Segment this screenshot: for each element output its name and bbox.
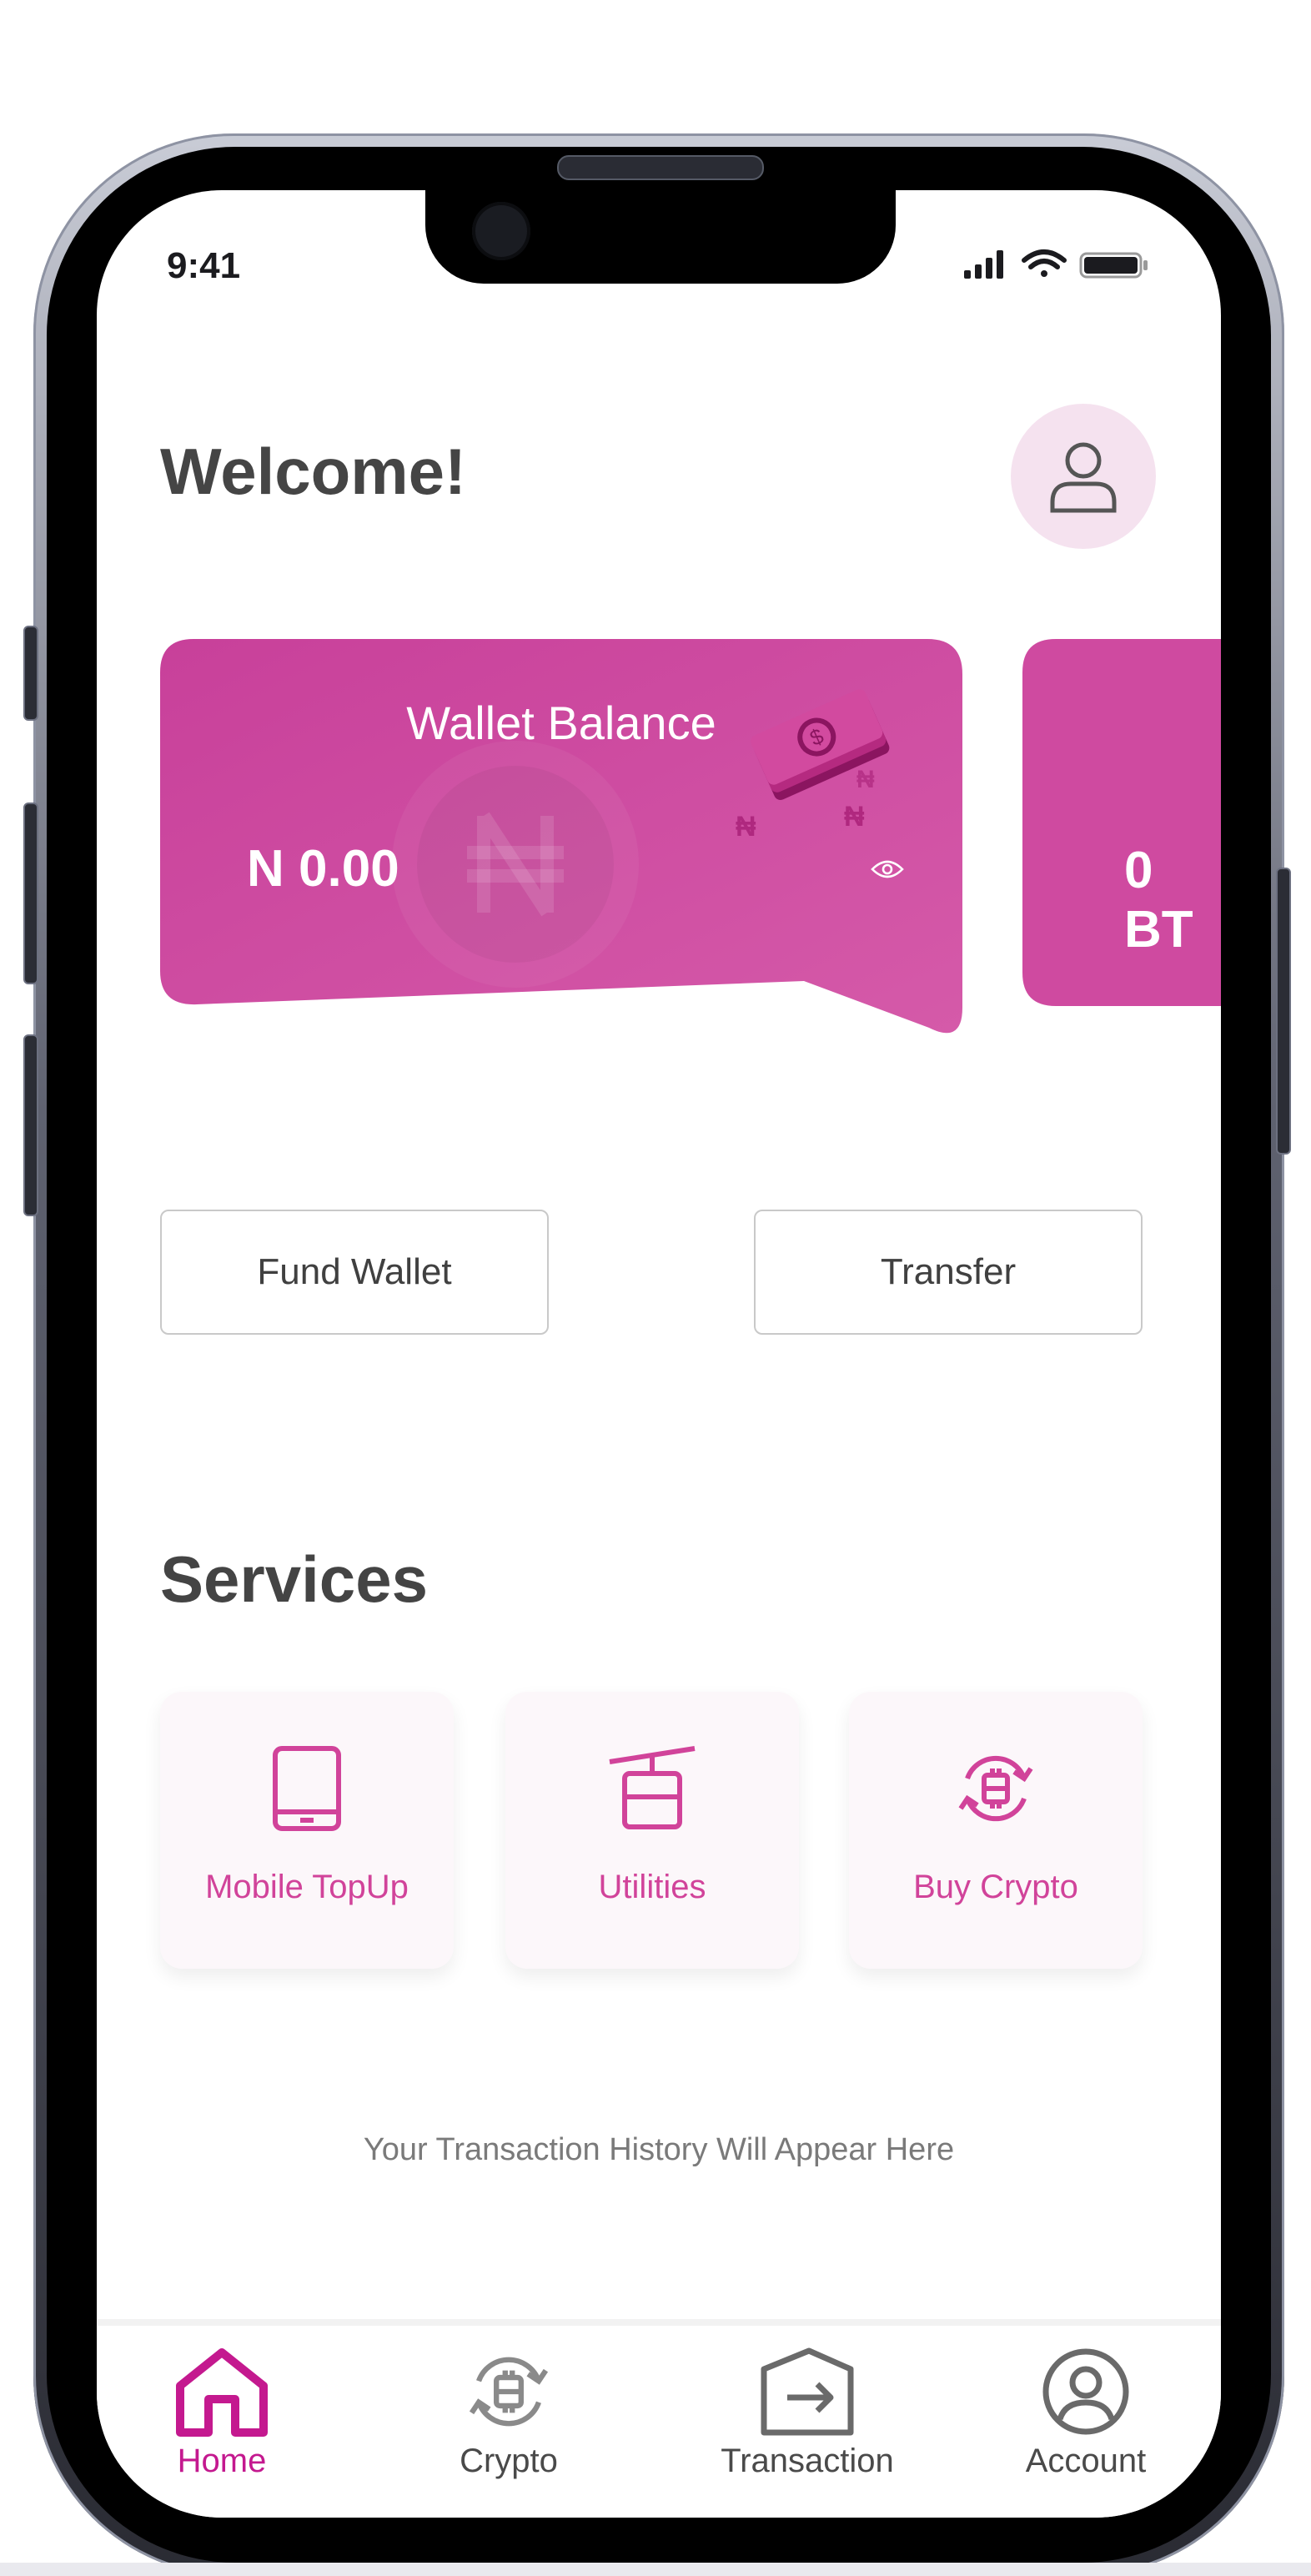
wifi-icon [1022, 249, 1067, 277]
front-camera [472, 202, 530, 260]
service-utilities[interactable]: Utilities [505, 1692, 799, 1969]
transaction-history-empty-text: Your Transaction History Will Appear Her… [363, 2132, 955, 2167]
nav-home[interactable]: Home [97, 2346, 347, 2480]
nav-account[interactable]: Account [961, 2346, 1211, 2480]
user-icon [1050, 442, 1117, 513]
page-bottom-bar [0, 2563, 1311, 2576]
nav-home-label: Home [177, 2443, 267, 2479]
service-label: Buy Crypto [913, 1869, 1078, 1905]
nav-transaction-label: Transaction [721, 2443, 894, 2479]
crypto-icon [469, 2357, 549, 2427]
nav-transaction[interactable]: Transaction [682, 2346, 932, 2480]
bottom-navigation: Home Crypto Transaction Account [97, 2319, 1221, 2518]
transfer-button[interactable]: Transfer [754, 1210, 1143, 1335]
notch [425, 190, 896, 284]
status-icons [964, 249, 1148, 279]
service-label: Mobile TopUp [205, 1869, 409, 1905]
svg-text:₦: ₦ [856, 766, 875, 793]
volume-down-button [23, 1034, 38, 1216]
service-buy-crypto[interactable]: Buy Crypto [849, 1692, 1143, 1969]
status-time: 9:41 [167, 245, 241, 286]
welcome-title: Welcome! [160, 435, 466, 508]
wallet-balance-amount: N 0.00 [247, 840, 399, 898]
silent-switch [23, 626, 38, 721]
svg-text:₦: ₦ [736, 811, 756, 843]
app-screen: 9:41 Welcome! $ ₦ ₦ ₦ Wallet Balance N 0… [97, 190, 1221, 2518]
crypto-balance-amount: 0 BT [1124, 842, 1193, 958]
service-label: Utilities [598, 1869, 706, 1905]
earpiece-speaker [557, 155, 764, 180]
wallet-balance-title: Wallet Balance [406, 697, 716, 749]
cable-car-icon [609, 1746, 696, 1829]
svg-text:₦: ₦ [844, 801, 865, 833]
home-icon [176, 2348, 268, 2437]
service-mobile-topup[interactable]: Mobile TopUp [160, 1692, 454, 1969]
naira-watermark-icon [392, 741, 639, 988]
account-icon [1042, 2348, 1129, 2435]
fund-wallet-button[interactable]: Fund Wallet [160, 1210, 549, 1335]
profile-avatar-button[interactable] [1011, 404, 1156, 549]
services-title: Services [160, 1542, 428, 1616]
wallet-balance-card[interactable]: $ ₦ ₦ ₦ Wallet Balance N 0.00 [160, 639, 962, 1039]
volume-up-button [23, 802, 38, 984]
nav-account-label: Account [1025, 2443, 1147, 2479]
signal-icon [964, 250, 1003, 279]
crypto-exchange-icon [958, 1755, 1033, 1822]
transaction-icon [761, 2347, 854, 2436]
nav-crypto[interactable]: Crypto [384, 2346, 634, 2480]
tablet-icon [273, 1746, 341, 1831]
eye-icon[interactable] [871, 858, 904, 881]
nav-crypto-label: Crypto [460, 2443, 558, 2479]
battery-icon [1079, 252, 1148, 279]
power-button [1276, 868, 1291, 1155]
